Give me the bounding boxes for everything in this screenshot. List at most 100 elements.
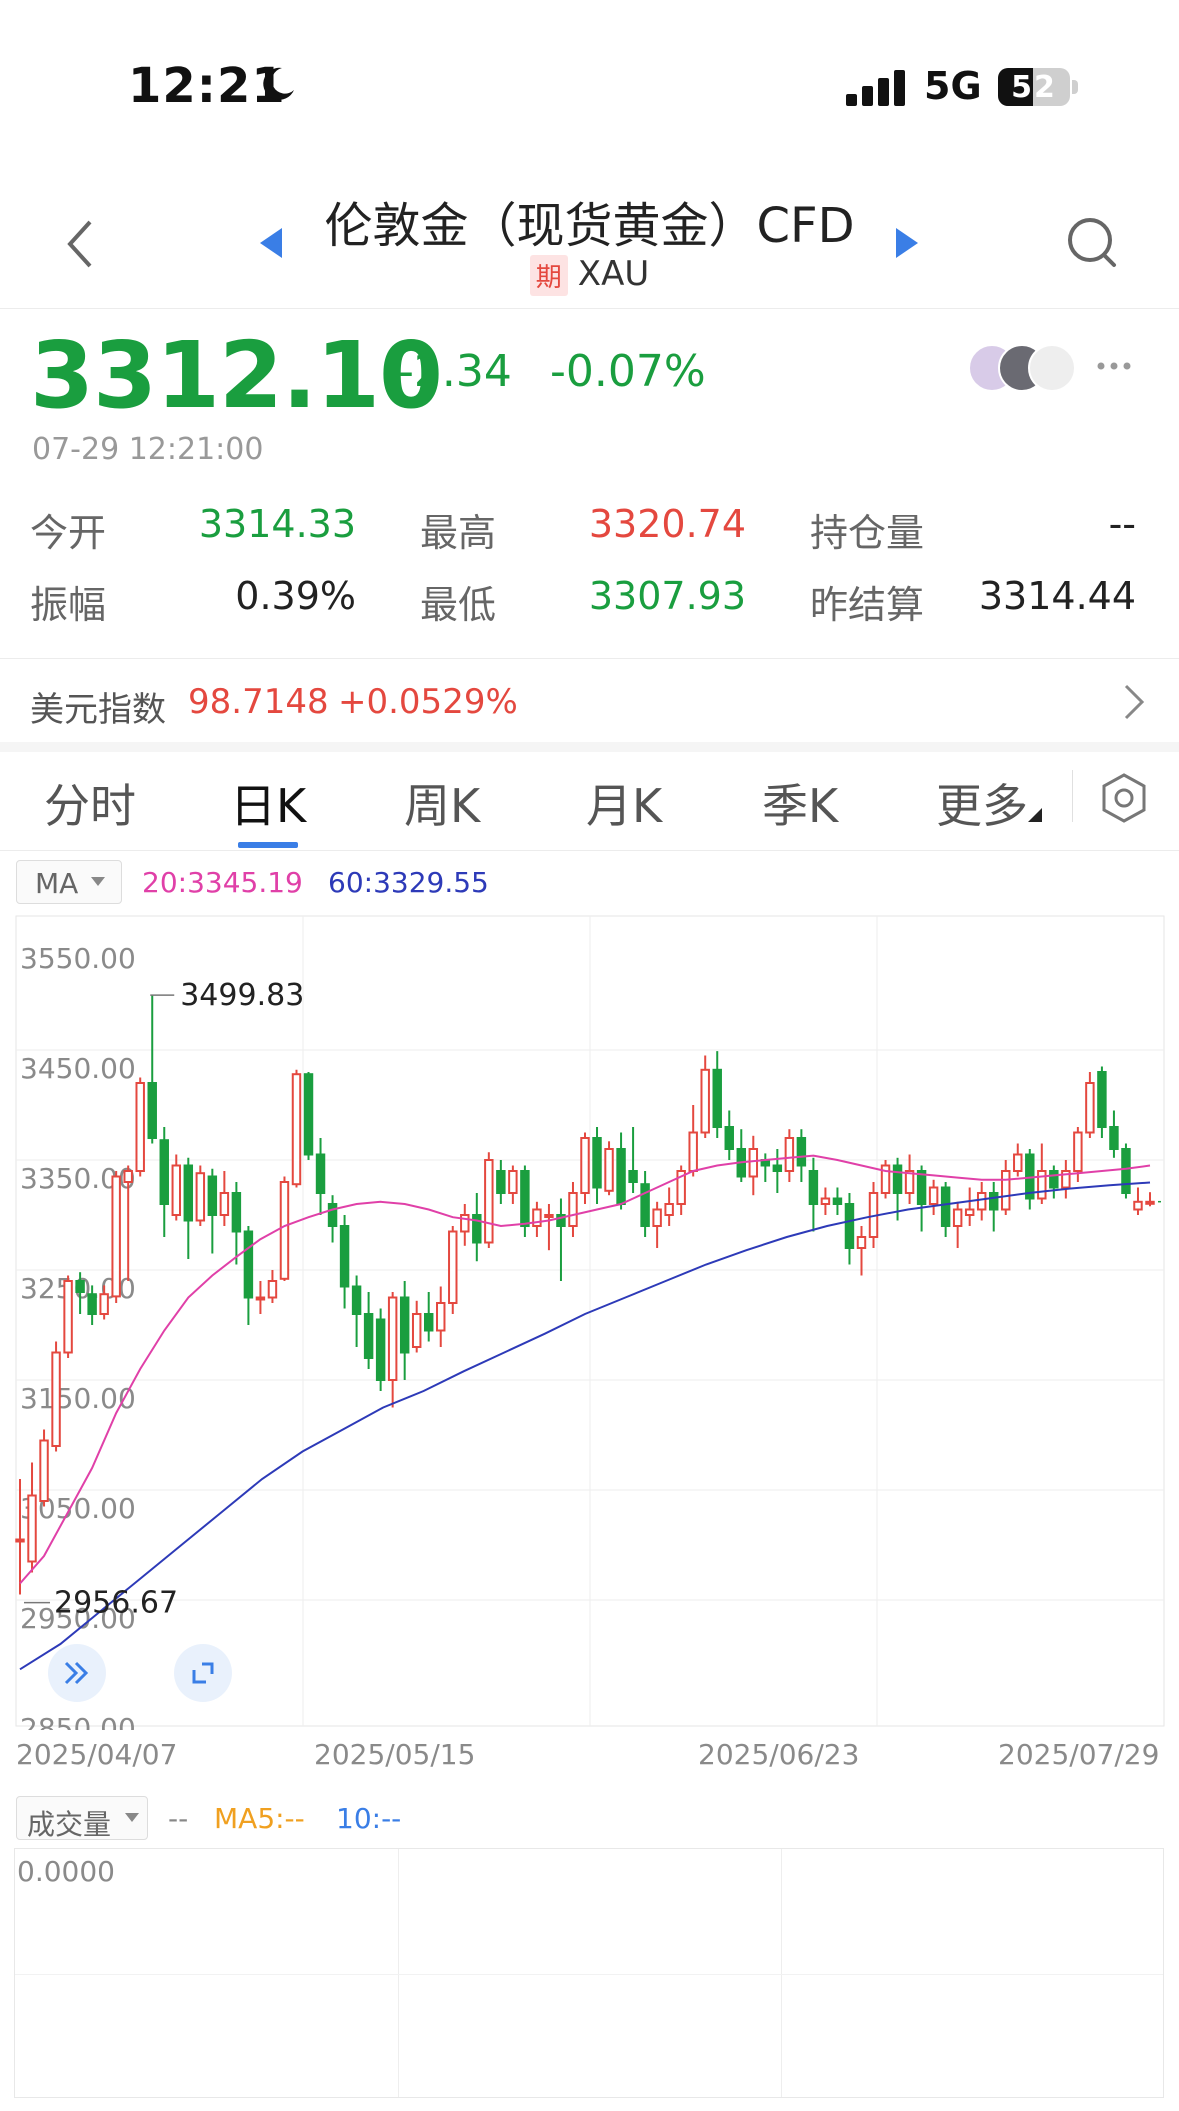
volume-axis-label: 0.0000 — [17, 1855, 115, 1888]
candle-body — [520, 1170, 530, 1227]
y-tick-label: 2850.00 — [20, 1712, 136, 1730]
candle-body — [460, 1214, 470, 1233]
candle-body — [724, 1126, 734, 1150]
candle-body — [640, 1183, 650, 1228]
candle-body — [1133, 1200, 1143, 1211]
stat-label: 最高 — [420, 511, 497, 555]
candle-body — [363, 1313, 374, 1359]
stat-label: 昨结算 — [810, 583, 925, 627]
candle-body — [423, 1313, 434, 1332]
usd-index-change: +0.0529% — [338, 682, 518, 722]
stat-label: 持仓量 — [810, 511, 925, 555]
y-tick-label: 3050.00 — [20, 1492, 136, 1525]
candle-body — [928, 1186, 939, 1205]
candle-body — [856, 1236, 867, 1249]
candle-body — [111, 1175, 121, 1298]
tab-daily[interactable]: 日K — [230, 770, 306, 836]
candle-body — [411, 1313, 422, 1348]
candle-body — [15, 1538, 25, 1543]
candle-body — [940, 1186, 951, 1227]
candle-body — [291, 1073, 302, 1186]
network-label: 5G — [924, 64, 982, 108]
candle-body — [159, 1139, 169, 1205]
section-gap — [0, 742, 1179, 752]
candle-body — [664, 1203, 674, 1216]
candle-body — [243, 1230, 254, 1299]
battery-level: 52 — [1011, 70, 1057, 105]
tab-monthly[interactable]: 月K — [586, 770, 662, 836]
candle-body — [135, 1082, 145, 1172]
indicator-selector-label: MA — [35, 867, 79, 900]
candle-body — [568, 1192, 578, 1227]
page-title: 伦敦金（现货黄金）CFD — [324, 198, 855, 254]
candle-body — [255, 1296, 266, 1301]
futures-tag: 期 — [529, 255, 568, 296]
candle-body — [303, 1073, 314, 1156]
usd-index-row[interactable]: 美元指数 98.7148 +0.0529% — [0, 660, 1179, 742]
candle-body — [448, 1230, 458, 1304]
candle-body — [267, 1280, 278, 1299]
candle-body — [628, 1170, 638, 1183]
price-change: -2.34 — [398, 346, 512, 397]
candle-body — [387, 1296, 398, 1381]
candle-body — [964, 1208, 975, 1216]
x-tick-label: 2025/04/07 — [16, 1738, 178, 1771]
candle-body — [1145, 1200, 1155, 1205]
tab-quarterly[interactable]: 季K — [762, 770, 838, 836]
symbol-code: XAU — [577, 254, 650, 294]
candle-body — [315, 1153, 326, 1194]
candle-body — [87, 1293, 97, 1316]
scroll-left-button[interactable] — [48, 1644, 106, 1702]
stat-label: 最低 — [420, 583, 497, 627]
y-tick-label: 3450.00 — [20, 1052, 136, 1085]
active-tab-indicator — [238, 842, 298, 848]
low-annotation: 2956.67 — [54, 1586, 178, 1621]
candle-body — [147, 1082, 157, 1139]
candle-body — [832, 1197, 843, 1205]
candle-body — [688, 1131, 698, 1172]
more-caret-icon — [1028, 808, 1042, 822]
candle-body — [1085, 1082, 1095, 1134]
candle-body — [952, 1208, 963, 1227]
last-price: 3312.10 — [30, 322, 443, 429]
volume-chart[interactable]: 0.0000 — [14, 1848, 1164, 2098]
signal-icon — [846, 70, 910, 106]
tab-weekly[interactable]: 周K — [404, 770, 480, 836]
candle-body — [1013, 1153, 1023, 1172]
volume-selector[interactable]: 成交量 — [16, 1796, 148, 1841]
stat-high: 3320.74 — [588, 502, 746, 546]
double-chevron-icon — [64, 1661, 89, 1685]
stat-low: 3307.93 — [588, 574, 746, 618]
candle-body — [183, 1164, 194, 1222]
candle-body — [327, 1203, 338, 1227]
tab-intraday[interactable]: 分时 — [44, 770, 136, 836]
expand-chart-button[interactable] — [174, 1644, 232, 1702]
stat-open: 3314.33 — [198, 502, 356, 546]
high-annotation: 3499.83 — [180, 978, 304, 1013]
volume-ma5-legend: MA5:-- — [214, 1802, 305, 1835]
settings-hex-icon[interactable] — [1100, 772, 1148, 824]
candle-body — [51, 1351, 61, 1447]
x-tick-label: 2025/06/23 — [698, 1738, 860, 1771]
grid-line — [15, 1974, 1163, 1975]
y-tick-label: 3550.00 — [20, 942, 136, 975]
avatar-group[interactable] — [968, 344, 1078, 392]
grid-line — [781, 1849, 782, 2097]
candle-body — [436, 1302, 446, 1332]
candle-body — [700, 1068, 710, 1134]
candle-body — [99, 1293, 109, 1316]
volume-ma10-legend: 10:-- — [336, 1802, 402, 1835]
candle-body — [339, 1225, 350, 1288]
more-dots-icon[interactable] — [1096, 360, 1132, 372]
candle-body — [1037, 1170, 1047, 1200]
ma60-line — [19, 1181, 1151, 1671]
candle-body — [748, 1148, 759, 1178]
candle-body — [1121, 1148, 1131, 1194]
indicator-selector[interactable]: MA — [16, 860, 122, 904]
candlestick-chart[interactable]: 3550.003450.003350.003250.003150.003050.… — [0, 910, 1179, 1730]
x-tick-label: 2025/07/29 — [998, 1738, 1160, 1771]
volume-selector-label: 成交量 — [27, 1808, 112, 1841]
candle-body — [580, 1137, 590, 1194]
candle-body — [808, 1170, 819, 1205]
tab-more[interactable]: 更多 — [936, 770, 1028, 836]
